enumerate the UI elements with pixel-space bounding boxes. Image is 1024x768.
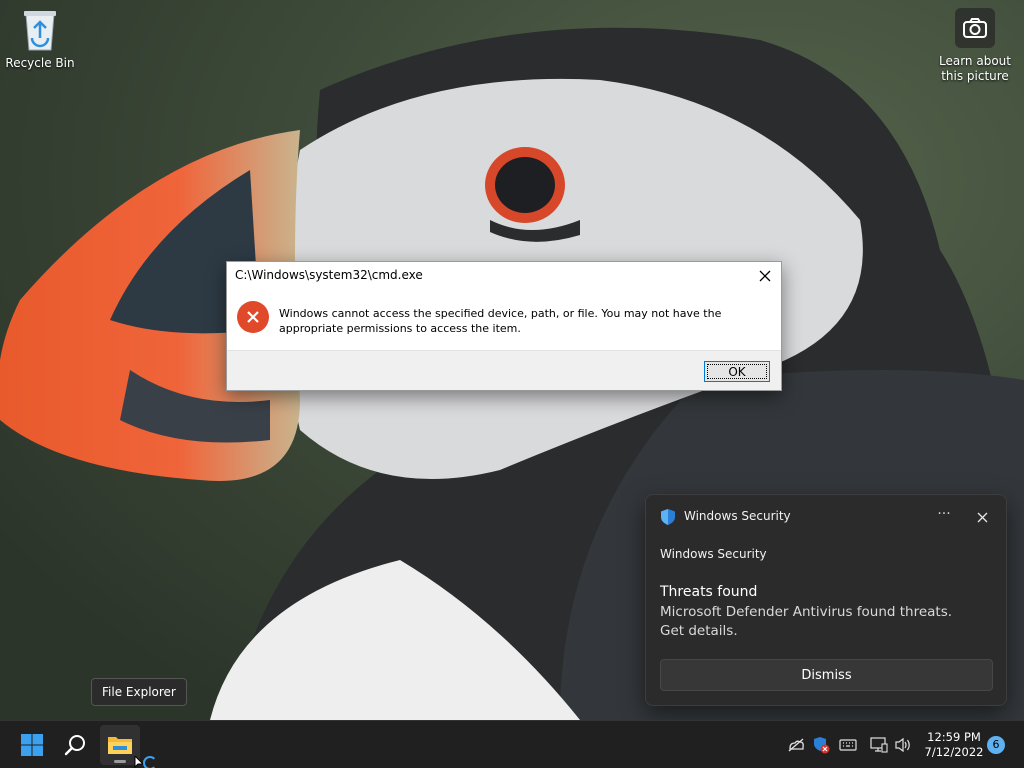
recycle-bin-shortcut[interactable]: Recycle Bin bbox=[0, 8, 80, 71]
toast-heading: Threats found bbox=[660, 584, 758, 600]
clock-date: 7/12/2022 bbox=[924, 745, 984, 759]
running-indicator bbox=[114, 760, 126, 763]
learn-about-picture-shortcut[interactable]: Learn about this picture bbox=[935, 8, 1015, 84]
windows-security-shield-icon bbox=[661, 509, 675, 525]
display-icon[interactable] bbox=[868, 734, 890, 756]
dismiss-button[interactable]: Dismiss bbox=[660, 659, 993, 691]
dialog-message: Windows cannot access the specified devi… bbox=[279, 307, 722, 335]
search-icon bbox=[64, 735, 85, 756]
toast-body[interactable]: Microsoft Defender Antivirus found threa… bbox=[660, 603, 980, 641]
ok-button[interactable]: OK bbox=[704, 361, 770, 382]
notification-count-badge[interactable]: 6 bbox=[987, 736, 1005, 754]
dialog-title: C:\Windows\system32\cmd.exe bbox=[235, 268, 423, 282]
learn-label-line1: Learn about bbox=[939, 54, 1011, 68]
windows-logo-icon bbox=[21, 734, 43, 756]
busy-spinner-icon bbox=[143, 756, 157, 768]
keyboard-icon[interactable] bbox=[837, 734, 859, 756]
toast-header-title: Windows Security bbox=[684, 509, 791, 523]
dialog-close-button[interactable] bbox=[755, 266, 775, 286]
folder-icon bbox=[108, 737, 132, 754]
security-warning-icon[interactable] bbox=[810, 734, 832, 756]
system-clock[interactable]: 12:59 PM 7/12/2022 bbox=[920, 730, 988, 760]
toast-app-name: Windows Security bbox=[660, 547, 767, 561]
toast-more-options-button[interactable]: ··· bbox=[933, 505, 955, 527]
start-button[interactable] bbox=[12, 725, 52, 765]
recycle-bin-icon bbox=[24, 11, 56, 51]
toast-close-button[interactable] bbox=[972, 507, 992, 527]
learn-label-line2: this picture bbox=[941, 69, 1009, 83]
dialog-footer: OK bbox=[227, 350, 781, 390]
search-button[interactable] bbox=[56, 725, 96, 765]
file-explorer-tooltip: File Explorer bbox=[91, 678, 187, 706]
close-icon bbox=[759, 270, 771, 282]
clock-time: 12:59 PM bbox=[927, 730, 981, 744]
recycle-bin-label: Recycle Bin bbox=[5, 56, 75, 70]
close-icon bbox=[977, 512, 987, 522]
error-icon bbox=[237, 301, 269, 333]
camera-icon bbox=[955, 8, 995, 48]
volume-icon[interactable] bbox=[892, 734, 914, 756]
error-dialog: C:\Windows\system32\cmd.exe Windows cann… bbox=[226, 261, 782, 391]
network-off-icon[interactable] bbox=[785, 734, 807, 756]
security-notification-toast: Windows Security ··· Windows Security Th… bbox=[645, 494, 1007, 706]
